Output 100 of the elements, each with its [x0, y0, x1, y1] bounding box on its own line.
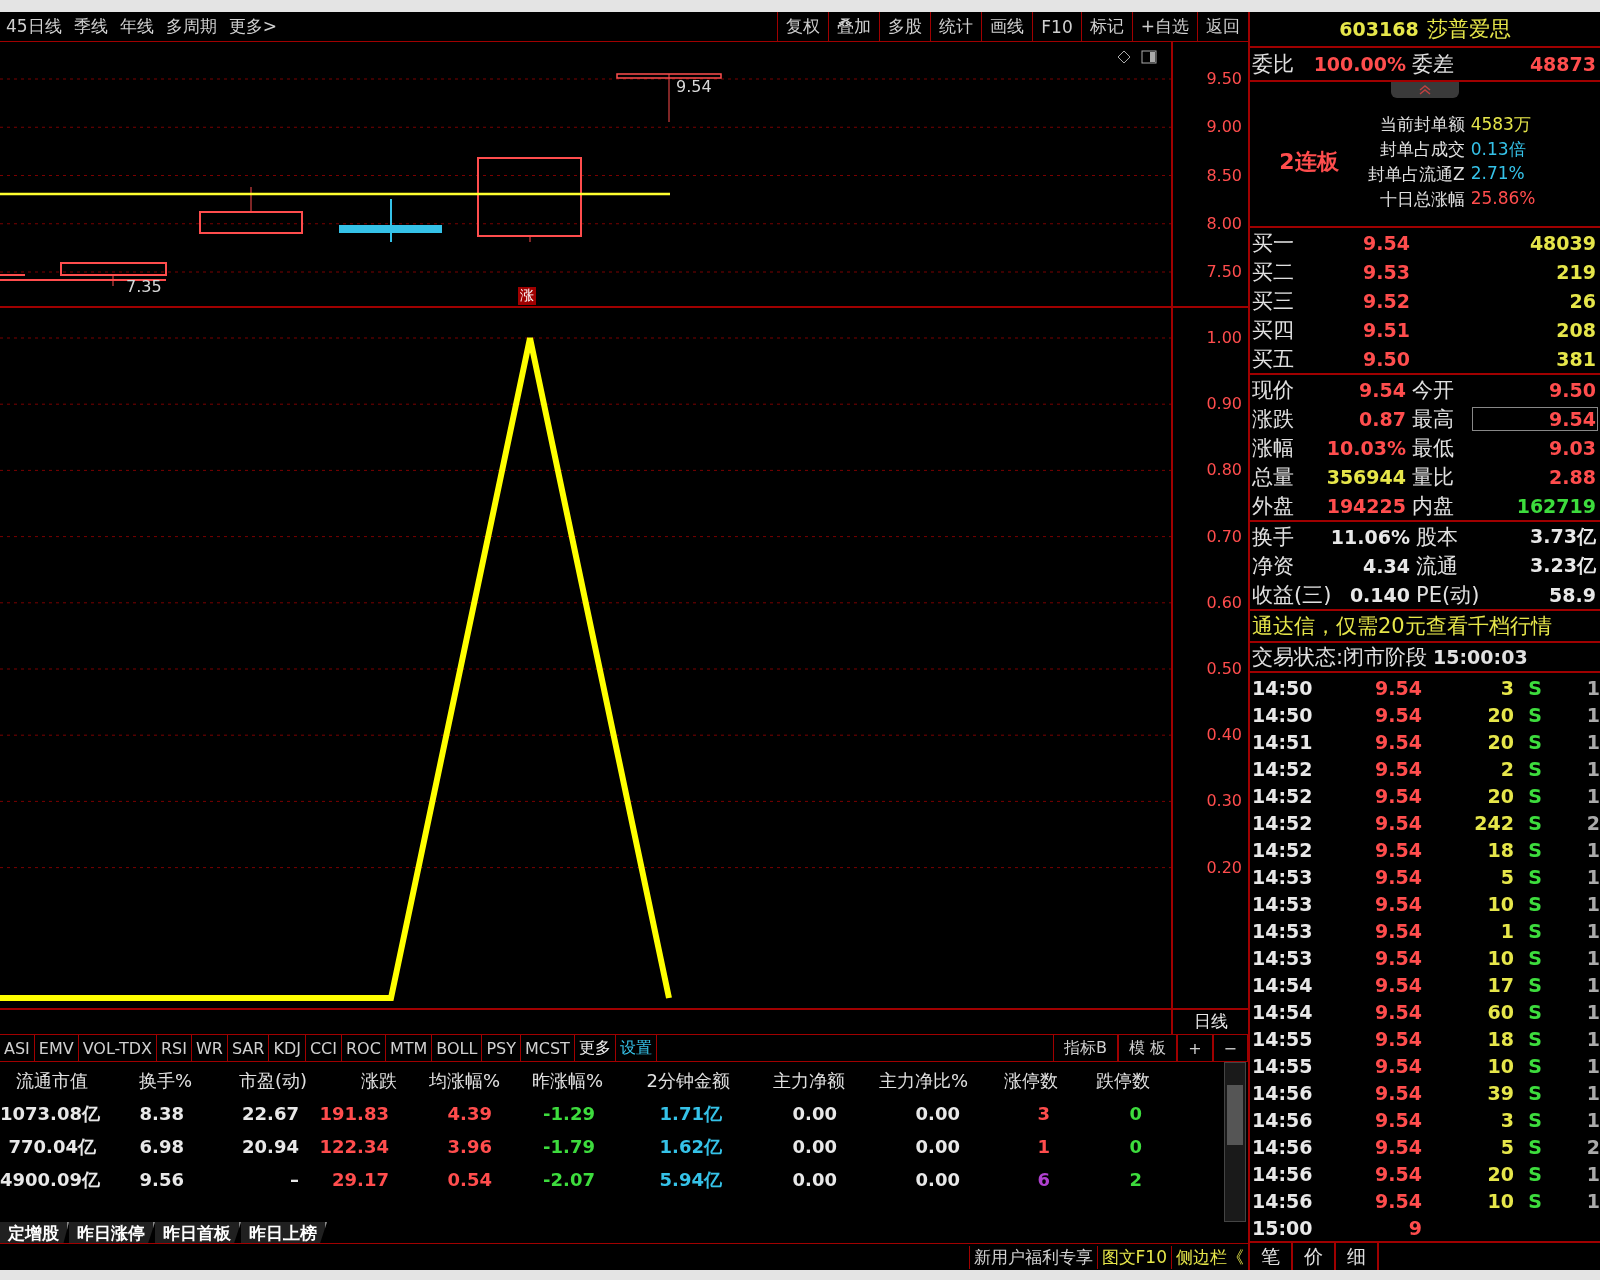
indicator-action-button[interactable]: −: [1212, 1035, 1248, 1061]
sheet-tab[interactable]: 昨日涨停: [69, 1222, 155, 1243]
table-cell-text: 4900.09亿: [0, 1167, 101, 1192]
sheet-tab[interactable]: 定增股: [0, 1222, 69, 1243]
board-stat-label: 十日总涨幅: [1378, 188, 1465, 211]
indicator-tab[interactable]: EMV: [34, 1035, 79, 1061]
tick-price: 9: [1407, 1216, 1422, 1239]
stat-label: 内盘: [1412, 492, 1455, 520]
toolbar-button[interactable]: 叠加: [828, 12, 880, 41]
stock-name: 莎普爱思: [1426, 16, 1511, 43]
column-header[interactable]: 主力净额: [736, 1068, 851, 1093]
column-header[interactable]: 均涨幅%: [403, 1068, 506, 1093]
table-cell-text: -1.29: [542, 1103, 596, 1124]
promo-notice[interactable]: 通达信，仅需20元查看千档行情: [1250, 611, 1600, 643]
toolbar-button[interactable]: 复权: [777, 12, 829, 41]
tick-count: 1: [1585, 1054, 1600, 1077]
indicator-action-button[interactable]: 模 板: [1118, 1035, 1178, 1061]
table-cell-text: 1: [1036, 1136, 1051, 1157]
stat-value: 0.87: [1358, 406, 1407, 431]
indicator-tab[interactable]: MTM: [385, 1035, 433, 1061]
period-tab[interactable]: 多周期: [159, 15, 223, 38]
indicator-tab[interactable]: 设置: [615, 1035, 657, 1061]
indicator-tab[interactable]: SAR: [227, 1035, 270, 1061]
period-tab[interactable]: 更多>: [222, 15, 283, 38]
column-header[interactable]: 流通市值: [0, 1068, 110, 1093]
tick-time: 14:53: [1252, 893, 1314, 916]
tick-time: 14:54: [1252, 973, 1314, 996]
status-link[interactable]: 侧边栏《: [1171, 1245, 1244, 1269]
tick-side: S: [1527, 1135, 1543, 1158]
tick-count: 1: [1585, 731, 1600, 754]
sheet-tab[interactable]: 昨日上榜: [241, 1222, 327, 1243]
indicator-tab[interactable]: ROC: [342, 1035, 386, 1061]
indicator-tab[interactable]: BOLL: [432, 1035, 483, 1061]
toolbar-button[interactable]: +自选: [1131, 12, 1197, 41]
sheet-tab[interactable]: 昨日首板: [155, 1222, 241, 1243]
toolbar-button[interactable]: 统计: [930, 12, 982, 41]
tick-price: 9.54: [1374, 973, 1422, 996]
period-tab[interactable]: 45日线: [0, 15, 68, 38]
bid-label: 买五: [1252, 345, 1295, 373]
toolbar-button[interactable]: F10: [1032, 12, 1081, 41]
tick-price: 9.54: [1374, 947, 1422, 969]
indicator-action-button[interactable]: 指标B: [1053, 1035, 1119, 1061]
column-header[interactable]: 2分钟金额: [609, 1068, 736, 1093]
toolbar-button[interactable]: 标记: [1080, 12, 1132, 41]
indicator-tab[interactable]: ASI: [0, 1035, 35, 1061]
table-cell-text: 8.38: [138, 1103, 185, 1124]
tick-volume: 5: [1499, 866, 1514, 889]
panel-icon[interactable]: [1141, 50, 1157, 64]
column-header[interactable]: 昨涨幅%: [506, 1068, 609, 1093]
indicator-tab[interactable]: WR: [191, 1035, 228, 1061]
tick-time: 14:52: [1252, 758, 1314, 781]
tick-side: S: [1527, 1162, 1543, 1185]
status-link[interactable]: 新用户福利专享: [968, 1245, 1093, 1269]
board-stat-label: 当前封单额: [1378, 113, 1465, 136]
tick-time: 15:00: [1252, 1216, 1314, 1239]
toolbar-button[interactable]: 画线: [981, 12, 1033, 41]
tick-side: S: [1527, 973, 1543, 996]
indicator-tab[interactable]: KDJ: [269, 1035, 306, 1061]
column-header[interactable]: 主力净比%: [851, 1068, 974, 1093]
toolbar-button[interactable]: 多股: [879, 12, 931, 41]
indicator-axis-label: 0.70: [1206, 527, 1242, 546]
indicator-tab[interactable]: VOL-TDX: [78, 1035, 157, 1061]
indicator-tab[interactable]: MCST: [520, 1035, 575, 1061]
tick-time: 14:56: [1252, 1189, 1314, 1212]
tick-count: 1: [1585, 758, 1600, 781]
table-cell-text: 0: [1128, 1136, 1143, 1157]
indicator-tab[interactable]: RSI: [156, 1035, 192, 1061]
toolbar-button[interactable]: 返回: [1197, 12, 1248, 41]
column-header[interactable]: 跌停数: [1064, 1068, 1156, 1093]
bid-volume: 208: [1555, 317, 1597, 342]
table-cell-text: 2: [1128, 1169, 1143, 1190]
tick-price: 9.54: [1374, 866, 1422, 889]
stat-label: 收益(三): [1252, 581, 1328, 609]
stat-value: 194225: [1325, 493, 1407, 518]
low-price-label: 7.35: [126, 276, 162, 296]
indicator-tab[interactable]: 更多: [574, 1035, 616, 1061]
tick-side: S: [1527, 677, 1543, 700]
scrollbar[interactable]: [1224, 1062, 1246, 1222]
indicator-tab[interactable]: CCI: [305, 1035, 342, 1061]
status-link[interactable]: 图文F10: [1096, 1245, 1167, 1269]
column-header[interactable]: 涨停数: [974, 1068, 1064, 1093]
period-tab[interactable]: 年线: [113, 15, 160, 38]
column-header[interactable]: 涨跌: [313, 1068, 403, 1093]
tick-count: 1: [1585, 839, 1600, 862]
bid-volume: 26: [1568, 288, 1597, 313]
diamond-icon[interactable]: [1117, 50, 1131, 64]
tick-side: S: [1527, 704, 1543, 727]
tick-volume: 3: [1499, 677, 1514, 700]
period-tab[interactable]: 季线: [67, 15, 114, 38]
stat-label: 股本: [1416, 523, 1459, 551]
tick-time: 14:55: [1252, 1027, 1314, 1050]
column-header[interactable]: 市盈(动): [198, 1068, 313, 1093]
bid-price: 9.51: [1362, 317, 1411, 342]
indicator-tab[interactable]: PSY: [482, 1035, 521, 1061]
tick-side: S: [1527, 1027, 1543, 1050]
stat-value: 48873: [1528, 52, 1597, 76]
column-header[interactable]: 换手%: [110, 1068, 198, 1093]
indicator-action-button[interactable]: +: [1177, 1035, 1213, 1061]
stat-value: 356944: [1325, 464, 1407, 489]
price-axis-label: 7.50: [1206, 263, 1242, 281]
